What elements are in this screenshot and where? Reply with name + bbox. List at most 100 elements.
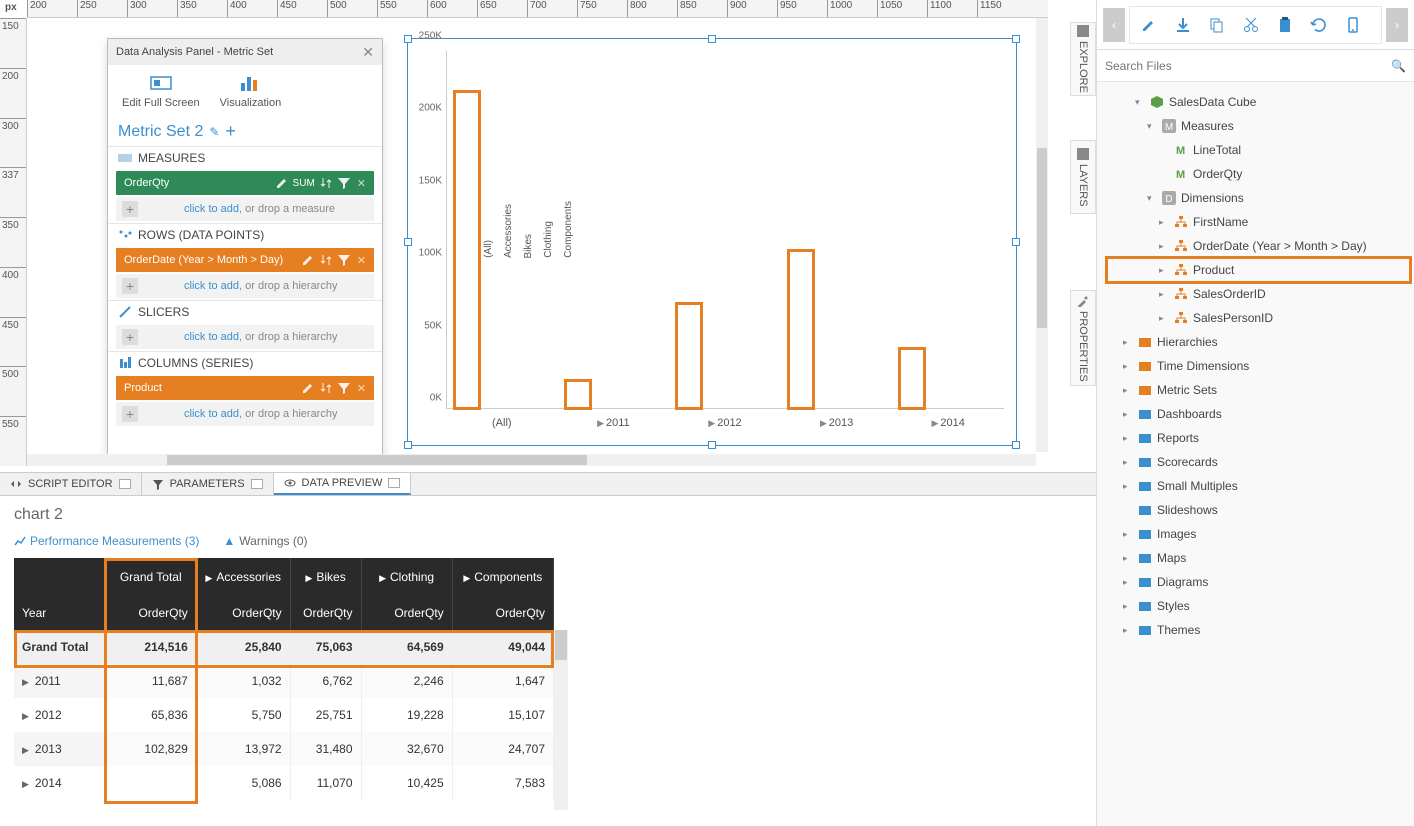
row-label[interactable]: ▶2013 bbox=[14, 732, 105, 766]
table-row[interactable]: ▶2013102,82913,97231,48032,67024,707 bbox=[14, 732, 554, 766]
filter-icon[interactable] bbox=[337, 381, 351, 395]
drop-columns-row[interactable]: + click to add, or drop a hierarchy bbox=[116, 402, 374, 426]
tab-script-editor[interactable]: SCRIPT EDITOR bbox=[0, 473, 142, 495]
plus-icon[interactable]: + bbox=[122, 406, 138, 422]
tree-item[interactable]: ▸Metric Sets bbox=[1107, 378, 1410, 402]
tree-item[interactable]: ▸Hierarchies bbox=[1107, 330, 1410, 354]
plus-icon[interactable]: + bbox=[122, 278, 138, 294]
drop-measure-row[interactable]: + click to add, or drop a measure bbox=[116, 197, 374, 221]
tree-item[interactable]: ▸Reports bbox=[1107, 426, 1410, 450]
vtab-layers[interactable]: LAYERS bbox=[1070, 140, 1096, 214]
tab-data-preview[interactable]: DATA PREVIEW bbox=[274, 473, 412, 495]
resize-handle[interactable] bbox=[1012, 238, 1020, 246]
caret-icon[interactable]: ▸ bbox=[1123, 601, 1133, 612]
resize-handle[interactable] bbox=[708, 441, 716, 449]
tree-item[interactable]: ▸SalesPersonID bbox=[1107, 306, 1410, 330]
tree-item[interactable]: ▸SalesOrderID bbox=[1107, 282, 1410, 306]
edit-icon[interactable] bbox=[301, 253, 315, 267]
tree-item[interactable]: Slideshows bbox=[1107, 498, 1410, 522]
caret-icon[interactable]: ▸ bbox=[1123, 529, 1133, 540]
tree-item[interactable]: ▸Diagrams bbox=[1107, 570, 1410, 594]
resize-handle[interactable] bbox=[404, 441, 412, 449]
canvas-scrollbar-horizontal[interactable] bbox=[27, 454, 1036, 466]
row-label[interactable]: Grand Total bbox=[14, 630, 105, 664]
explorer-tree[interactable]: ▾SalesData Cube▾MMeasuresMLineTotalMOrde… bbox=[1097, 84, 1414, 826]
grid-scrollbar[interactable] bbox=[554, 630, 568, 810]
caret-icon[interactable]: ▾ bbox=[1135, 97, 1145, 108]
tree-item[interactable]: ▸Images bbox=[1107, 522, 1410, 546]
tree-item[interactable]: ▸Scorecards bbox=[1107, 450, 1410, 474]
sort-icon[interactable] bbox=[319, 381, 333, 395]
nav-prev-icon[interactable]: ‹ bbox=[1103, 8, 1125, 42]
x-tick[interactable]: ▶2014 bbox=[892, 413, 1004, 437]
caret-icon[interactable]: ▸ bbox=[1123, 385, 1133, 396]
rows-pill-orderdate[interactable]: OrderDate (Year > Month > Day) ✕ bbox=[116, 248, 374, 272]
row-label[interactable]: ▶2014 bbox=[14, 766, 105, 800]
sort-icon[interactable] bbox=[319, 253, 333, 267]
edit-icon[interactable] bbox=[1140, 16, 1158, 34]
vtab-properties[interactable]: PROPERTIES bbox=[1070, 290, 1096, 386]
resize-handle[interactable] bbox=[708, 35, 716, 43]
caret-icon[interactable]: ▸ bbox=[1159, 241, 1169, 252]
refresh-icon[interactable] bbox=[1310, 16, 1328, 34]
add-metricset-icon[interactable]: + bbox=[225, 121, 236, 142]
caret-icon[interactable]: ▸ bbox=[1123, 433, 1133, 444]
x-tick[interactable]: ▶2012 bbox=[669, 413, 781, 437]
tree-item[interactable]: ▾SalesData Cube bbox=[1107, 90, 1410, 114]
remove-icon[interactable]: ✕ bbox=[357, 177, 366, 190]
caret-icon[interactable]: ▸ bbox=[1159, 313, 1169, 324]
tree-item[interactable]: ▸Styles bbox=[1107, 594, 1410, 618]
tree-item[interactable]: ▸Dashboards bbox=[1107, 402, 1410, 426]
remove-icon[interactable]: ✕ bbox=[357, 254, 366, 267]
edit-fullscreen-button[interactable]: Edit Full Screen bbox=[122, 73, 200, 109]
caret-icon[interactable]: ▸ bbox=[1123, 409, 1133, 420]
caret-icon[interactable]: ▸ bbox=[1159, 265, 1169, 276]
drop-slicers-row[interactable]: + click to add, or drop a hierarchy bbox=[116, 325, 374, 349]
mobile-icon[interactable] bbox=[1344, 16, 1362, 34]
tree-item[interactable]: ▾DDimensions bbox=[1107, 186, 1410, 210]
caret-icon[interactable]: ▾ bbox=[1147, 193, 1157, 204]
canvas-scrollbar-vertical[interactable] bbox=[1036, 18, 1048, 452]
edit-icon[interactable] bbox=[275, 176, 289, 190]
search-icon[interactable]: 🔍 bbox=[1391, 59, 1406, 73]
tree-item[interactable]: ▸OrderDate (Year > Month > Day) bbox=[1107, 234, 1410, 258]
caret-icon[interactable]: ▾ bbox=[1147, 121, 1157, 132]
tree-item[interactable]: ▸Time Dimensions bbox=[1107, 354, 1410, 378]
remove-icon[interactable]: ✕ bbox=[357, 382, 366, 395]
tab-parameters[interactable]: PARAMETERS bbox=[142, 473, 274, 495]
caret-icon[interactable]: ▸ bbox=[1123, 481, 1133, 492]
sort-icon[interactable] bbox=[319, 176, 333, 190]
caret-icon[interactable]: ▸ bbox=[1123, 577, 1133, 588]
tree-item[interactable]: ▸Maps bbox=[1107, 546, 1410, 570]
paste-icon[interactable] bbox=[1276, 16, 1294, 34]
tree-item[interactable]: ▸Product bbox=[1107, 258, 1410, 282]
row-label[interactable]: ▶2011 bbox=[14, 664, 105, 698]
data-grid[interactable]: Grand Total ▶Accessories ▶Bikes ▶Clothin… bbox=[14, 558, 554, 800]
caret-icon[interactable]: ▸ bbox=[1159, 217, 1169, 228]
caret-icon[interactable]: ▸ bbox=[1123, 553, 1133, 564]
warnings-link[interactable]: ▲Warnings (0) bbox=[223, 534, 307, 548]
visualization-button[interactable]: Visualization bbox=[220, 73, 282, 109]
plus-icon[interactable]: + bbox=[122, 329, 138, 345]
resize-handle[interactable] bbox=[1012, 35, 1020, 43]
caret-icon[interactable]: ▸ bbox=[1123, 457, 1133, 468]
tree-item[interactable]: ▸Small Multiples bbox=[1107, 474, 1410, 498]
metricset-name[interactable]: Metric Set 2 bbox=[118, 123, 203, 141]
vtab-explore[interactable]: EXPLORE bbox=[1070, 22, 1096, 96]
x-tick[interactable]: ▶2011 bbox=[558, 413, 670, 437]
caret-icon[interactable]: ▸ bbox=[1123, 361, 1133, 372]
filter-icon[interactable] bbox=[337, 253, 351, 267]
table-row[interactable]: ▶201111,6871,0326,7622,2461,647 bbox=[14, 664, 554, 698]
nav-next-icon[interactable]: › bbox=[1386, 8, 1408, 42]
tree-item[interactable]: ▸Themes bbox=[1107, 618, 1410, 642]
design-canvas[interactable]: Data Analysis Panel - Metric Set ✕ Edit … bbox=[27, 18, 1048, 466]
caret-icon[interactable]: ▸ bbox=[1123, 337, 1133, 348]
caret-icon[interactable]: ▸ bbox=[1159, 289, 1169, 300]
row-label[interactable]: ▶2012 bbox=[14, 698, 105, 732]
copy-icon[interactable] bbox=[1208, 16, 1226, 34]
table-row[interactable]: Grand Total214,51625,84075,06364,56949,0… bbox=[14, 630, 554, 664]
x-tick[interactable]: (All) bbox=[446, 413, 558, 437]
columns-pill-product[interactable]: Product ✕ bbox=[116, 376, 374, 400]
drop-rows-row[interactable]: + click to add, or drop a hierarchy bbox=[116, 274, 374, 298]
tree-item[interactable]: ▸FirstName bbox=[1107, 210, 1410, 234]
